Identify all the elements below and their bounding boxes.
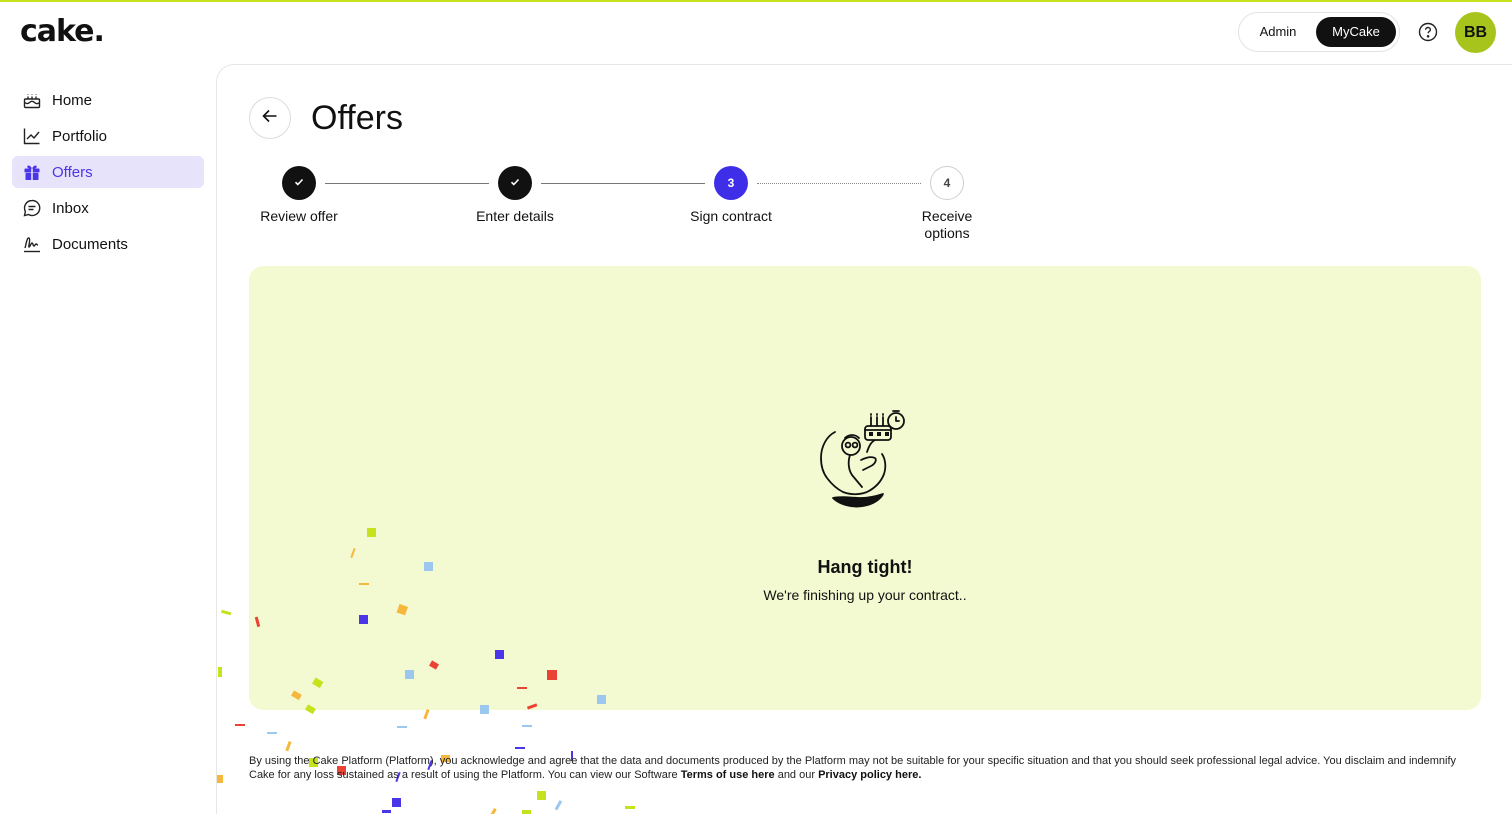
step-connector (757, 183, 921, 184)
terms-of-use-link[interactable]: Terms of use here (681, 769, 775, 781)
step-label: Enter details (476, 208, 554, 224)
admin-mode-button[interactable]: Admin (1245, 17, 1311, 47)
chart-line-icon (22, 126, 42, 146)
sidebar-item-offers[interactable]: Offers (12, 156, 204, 188)
sidebar-item-label: Offers (52, 163, 93, 181)
step-label: Review offer (260, 208, 338, 224)
status-subtitle: We're finishing up your contract.. (763, 587, 967, 603)
sidebar-item-label: Inbox (52, 199, 89, 217)
back-button[interactable] (249, 97, 291, 139)
sidebar-item-documents[interactable]: Documents (12, 228, 204, 260)
help-icon[interactable] (1418, 22, 1438, 42)
sidebar-item-label: Portfolio (52, 127, 108, 145)
gift-icon (22, 162, 42, 182)
person-holding-cake-illustration (817, 408, 909, 512)
step-label: Receive options (921, 208, 973, 241)
step-label: Sign contract (690, 208, 772, 224)
sidebar-item-home[interactable]: Home (12, 84, 204, 116)
step-2-complete (498, 166, 532, 200)
sidebar-item-label: Documents (52, 235, 128, 253)
user-avatar[interactable]: BB (1455, 12, 1496, 53)
checkmark-icon (509, 176, 521, 191)
arrow-left-icon (260, 106, 280, 131)
signature-icon (22, 234, 42, 254)
legal-disclaimer: By using the Cake Platform (Platform), y… (249, 754, 1479, 782)
sidebar-item-portfolio[interactable]: Portfolio (12, 120, 204, 152)
cake-icon (22, 90, 42, 110)
mycake-mode-button[interactable]: MyCake (1316, 17, 1396, 47)
status-title: Hang tight! (817, 557, 913, 577)
step-1-complete (282, 166, 316, 200)
step-connector (325, 183, 489, 184)
main-panel: Offers 3 4 Review offer Enter details Si… (216, 64, 1512, 814)
cake-logo[interactable]: cake. (20, 14, 105, 49)
chat-bubble-icon (22, 198, 42, 218)
step-connector (541, 183, 705, 184)
privacy-policy-link[interactable]: Privacy policy here. (818, 769, 921, 781)
sidebar-item-label: Home (52, 91, 93, 109)
sidebar-nav: Home Portfolio Offers Inbox Documents (12, 84, 204, 264)
step-3-current: 3 (714, 166, 748, 200)
page-title: Offers (311, 99, 403, 137)
step-4-pending: 4 (930, 166, 964, 200)
checkmark-icon (293, 176, 305, 191)
sidebar-item-inbox[interactable]: Inbox (12, 192, 204, 224)
disclaimer-connector: and our (774, 769, 819, 781)
contract-status-card: Hang tight! We're finishing up your cont… (249, 266, 1481, 710)
mode-switch: Admin MyCake (1238, 12, 1400, 52)
top-accent-bar (0, 0, 1512, 2)
